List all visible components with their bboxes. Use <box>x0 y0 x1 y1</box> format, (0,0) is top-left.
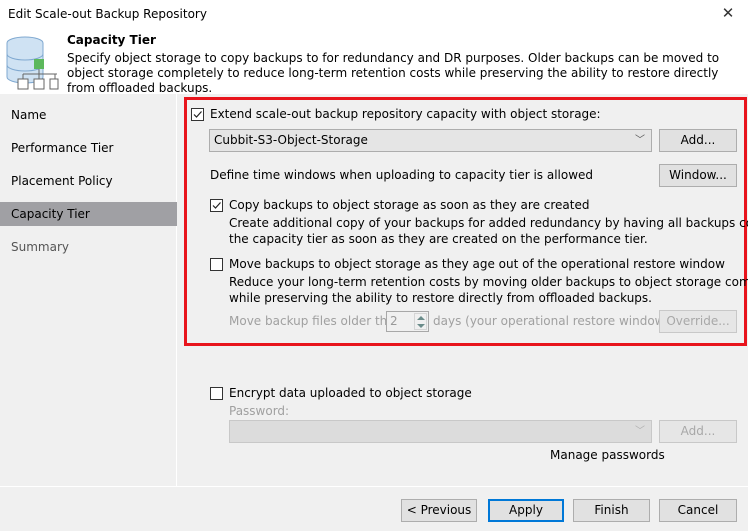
copy-backups-description-1: Create additional copy of your backups f… <box>229 216 748 230</box>
object-storage-select[interactable]: Cubbit-S3-Object-Storage ﹀ <box>209 129 652 152</box>
check-icon <box>212 202 221 209</box>
database-network-icon <box>6 36 59 90</box>
previous-button[interactable]: < Previous <box>401 499 477 522</box>
override-button[interactable]: Override... <box>659 310 737 333</box>
close-icon[interactable]: ✕ <box>718 3 738 23</box>
apply-button[interactable]: Apply <box>488 499 564 522</box>
window-title: Edit Scale-out Backup Repository <box>8 7 207 21</box>
window-button[interactable]: Window... <box>659 164 737 187</box>
sidebar-item-summary[interactable]: Summary <box>0 235 177 259</box>
manage-passwords-link[interactable]: Manage passwords <box>550 448 665 462</box>
copy-backups-label[interactable]: Copy backups to object storage as soon a… <box>229 198 589 212</box>
copy-backups-checkbox[interactable] <box>210 199 223 212</box>
move-backups-description-1: Reduce your long-term retention costs by… <box>229 275 748 289</box>
move-backups-label[interactable]: Move backups to object storage as they a… <box>229 257 725 271</box>
copy-backups-description-2: the capacity tier as soon as they are cr… <box>229 232 648 246</box>
password-label: Password: <box>229 404 290 418</box>
chevron-down-icon: ﹀ <box>635 426 645 437</box>
move-older-days-stepper[interactable]: 2 <box>386 311 429 332</box>
arrow-down-icon[interactable] <box>417 324 425 328</box>
move-older-suffix: days (your operational restore window) <box>433 314 670 328</box>
sidebar-item-placement-policy[interactable]: Placement Policy <box>0 169 177 193</box>
move-older-prefix: Move backup files older than <box>229 314 403 328</box>
password-select[interactable]: ﹀ <box>229 420 652 443</box>
check-icon <box>193 111 202 118</box>
title-bar: Edit Scale-out Backup Repository ✕ <box>0 0 748 30</box>
wizard-steps: Name Performance Tier Placement Policy C… <box>0 94 177 486</box>
chevron-down-icon: ﹀ <box>635 135 645 146</box>
add-password-button[interactable]: Add... <box>659 420 737 443</box>
sidebar-item-name[interactable]: Name <box>0 103 177 127</box>
sidebar-item-capacity-tier[interactable]: Capacity Tier <box>0 202 177 226</box>
time-window-label: Define time windows when uploading to ca… <box>210 168 594 182</box>
sidebar-item-performance-tier[interactable]: Performance Tier <box>0 136 177 160</box>
step-title: Capacity Tier <box>67 33 156 47</box>
object-storage-value: Cubbit-S3-Object-Storage <box>214 133 368 147</box>
encrypt-data-checkbox[interactable] <box>210 387 223 400</box>
encrypt-data-label[interactable]: Encrypt data uploaded to object storage <box>229 386 472 400</box>
move-backups-checkbox[interactable] <box>210 258 223 271</box>
cancel-button[interactable]: Cancel <box>659 499 737 522</box>
footer-divider <box>0 486 748 487</box>
stepper-arrows[interactable] <box>414 313 427 330</box>
add-storage-button[interactable]: Add... <box>659 129 737 152</box>
step-description: Specify object storage to copy backups t… <box>67 51 720 95</box>
move-backups-description-2: while preserving the ability to restore … <box>229 291 652 305</box>
finish-button[interactable]: Finish <box>573 499 650 522</box>
extend-capacity-label[interactable]: Extend scale-out backup repository capac… <box>210 107 601 121</box>
arrow-up-icon[interactable] <box>417 316 425 320</box>
move-older-days-value: 2 <box>390 314 398 328</box>
extend-capacity-checkbox[interactable] <box>191 108 204 121</box>
wizard-header: Capacity Tier Specify object storage to … <box>0 30 748 95</box>
